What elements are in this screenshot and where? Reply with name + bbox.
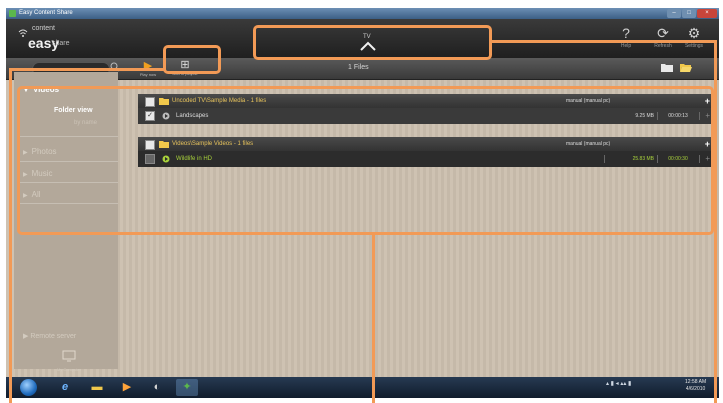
taskbar-easy-content-share[interactable]: ✦ xyxy=(176,379,198,396)
start-button[interactable] xyxy=(20,379,37,396)
easy-content-share-icon: ✦ xyxy=(182,381,192,393)
folder-icon: ▬ xyxy=(91,381,103,393)
system-tray[interactable]: ▴ ▮ ◂ ▴▴ ▮ xyxy=(606,380,631,387)
taskbar: e ▬ ▶ ◐ ✦ ▴ ▮ ◂ ▴▴ ▮ 12:58 AM 4/6/2010 xyxy=(6,377,719,398)
callout-line xyxy=(714,40,717,403)
help-icon: ? xyxy=(622,25,630,41)
clock[interactable]: 12:58 AM 4/6/2010 xyxy=(685,379,706,393)
maximize-button[interactable]: □ xyxy=(682,9,696,18)
window-controls: – □ × xyxy=(667,9,717,18)
callout-line xyxy=(372,234,375,403)
taskbar-media[interactable]: ▶ xyxy=(116,379,138,396)
minimize-button[interactable]: – xyxy=(667,9,681,18)
app-icon xyxy=(9,10,16,17)
close-button[interactable]: × xyxy=(697,9,717,18)
highlight-tv-panel xyxy=(253,25,492,60)
callout-line xyxy=(9,68,12,403)
my-computer-button[interactable]: My Computer xyxy=(49,349,89,372)
files-count: 1 Files xyxy=(348,64,369,71)
logo-content-text: content xyxy=(32,25,55,32)
refresh-icon: ⟳ xyxy=(657,25,669,41)
title-bar: Easy Content Share – □ × xyxy=(6,8,719,19)
highlight-content-area xyxy=(17,86,714,235)
browser-icon: e xyxy=(61,381,69,393)
screenshot-stage: Easy Content Share – □ × content easy sh… xyxy=(0,0,723,403)
callout-line xyxy=(9,68,165,71)
computer-icon xyxy=(62,350,76,362)
settings-button[interactable]: ⚙ Settings xyxy=(678,23,710,49)
taskbar-browser[interactable]: e xyxy=(54,379,76,396)
app-icon: ◐ xyxy=(153,381,161,393)
taskbar-explorer[interactable]: ▬ xyxy=(86,379,108,396)
media-player-icon: ▶ xyxy=(122,381,132,393)
gear-icon: ⚙ xyxy=(687,25,701,41)
callout-line xyxy=(491,40,717,43)
sidebar-item-remote-server[interactable]: ▶ Remote server xyxy=(23,332,76,340)
taskbar-app[interactable]: ◐ xyxy=(146,379,168,396)
folder-icon[interactable] xyxy=(661,63,673,72)
help-button[interactable]: ? Help xyxy=(610,23,642,49)
open-folder-icon[interactable] xyxy=(680,63,692,72)
highlight-add-to-playlist xyxy=(163,45,221,74)
window-title: Easy Content Share xyxy=(19,10,73,16)
refresh-button[interactable]: ⟳ Refresh xyxy=(647,23,679,49)
wifi-icon xyxy=(18,29,28,37)
logo-share-text: share xyxy=(52,40,70,47)
